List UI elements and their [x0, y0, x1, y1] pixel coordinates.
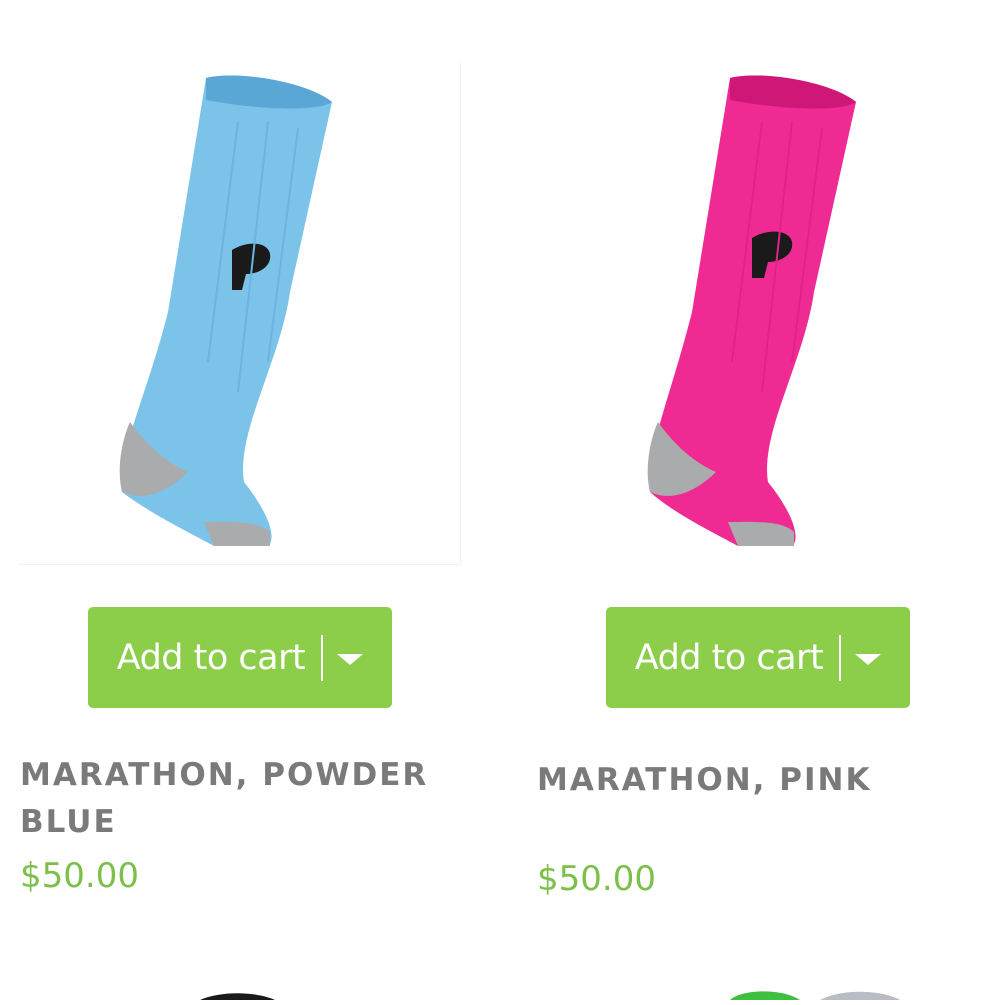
next-product-row — [0, 985, 1000, 1000]
product-price: $50.00 — [20, 856, 139, 896]
add-to-cart-button[interactable]: Add to cart — [606, 607, 910, 708]
product-image-powder-blue[interactable] — [18, 62, 461, 565]
chevron-down-icon[interactable] — [855, 654, 882, 665]
chevron-down-icon[interactable] — [337, 654, 364, 665]
button-divider — [839, 634, 842, 681]
sock-illustration — [119, 75, 332, 547]
add-to-cart-label: Add to cart — [116, 637, 306, 678]
button-divider — [321, 634, 324, 681]
next-product-images — [200, 991, 900, 1000]
product-price: $50.00 — [537, 859, 656, 899]
add-to-cart-button[interactable]: Add to cart — [88, 607, 392, 708]
product-title[interactable]: MARATHON, POWDER BLUE — [20, 752, 460, 846]
add-to-cart-label: Add to cart — [634, 637, 824, 678]
sock-illustration — [647, 75, 856, 547]
product-image-pink[interactable] — [540, 62, 980, 564]
product-title[interactable]: MARATHON, PINK — [537, 757, 977, 804]
